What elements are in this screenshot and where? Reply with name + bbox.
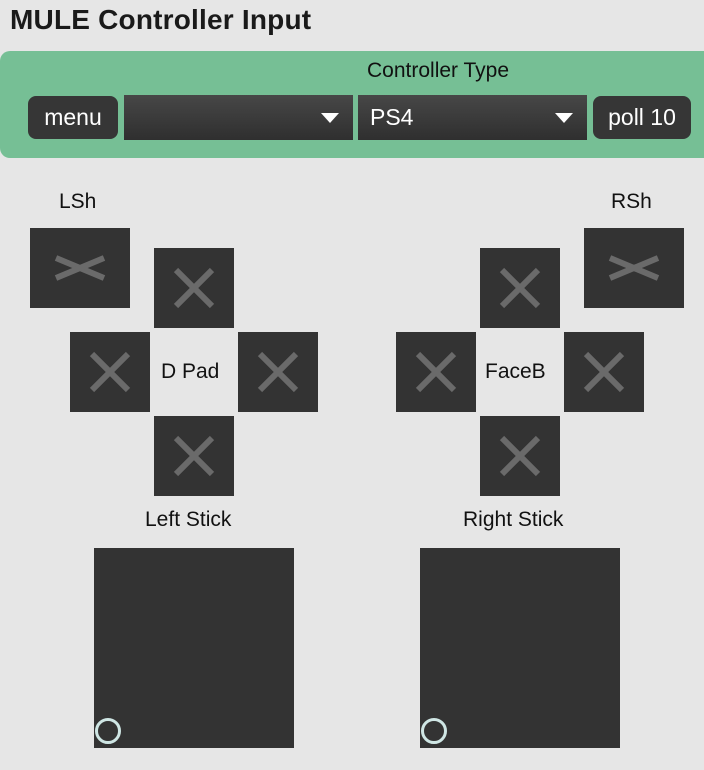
left-stick-knob[interactable]: [95, 718, 121, 744]
menu-button[interactable]: menu: [28, 96, 118, 139]
right-stick-pad[interactable]: [420, 548, 620, 748]
dpad-down-button[interactable]: [154, 416, 234, 496]
face-left-button[interactable]: [396, 332, 476, 412]
x-icon: [415, 351, 457, 393]
left-stick-pad[interactable]: [94, 548, 294, 748]
face-bottom-button[interactable]: [480, 416, 560, 496]
controller-type-dropdown[interactable]: PS4: [358, 95, 587, 140]
x-icon: [173, 267, 215, 309]
dpad-left-button[interactable]: [70, 332, 150, 412]
right-stick-label: Right Stick: [463, 508, 564, 531]
x-icon: [89, 351, 131, 393]
face-top-button[interactable]: [480, 248, 560, 328]
x-icon: [583, 351, 625, 393]
app-title: MULE Controller Input: [10, 4, 312, 35]
x-icon: [257, 351, 299, 393]
x-icon: [499, 267, 541, 309]
x-icon: [499, 435, 541, 477]
left-shoulder-button[interactable]: [30, 228, 130, 308]
face-buttons-label: FaceB: [485, 360, 546, 383]
device-dropdown[interactable]: [124, 95, 353, 140]
left-shoulder-label: LSh: [59, 190, 97, 213]
dpad-up-button[interactable]: [154, 248, 234, 328]
x-icon: [54, 255, 106, 281]
right-shoulder-label: RSh: [611, 190, 652, 213]
x-icon: [608, 255, 660, 281]
poll-button[interactable]: poll 10: [593, 96, 691, 139]
dpad-right-button[interactable]: [238, 332, 318, 412]
controller-type-label: Controller Type: [367, 59, 510, 82]
controller-type-value: PS4: [370, 104, 414, 130]
dpad-label: D Pad: [161, 360, 220, 383]
face-right-button[interactable]: [564, 332, 644, 412]
caret-down-icon: [321, 113, 339, 123]
right-shoulder-button[interactable]: [584, 228, 684, 308]
left-stick-label: Left Stick: [145, 508, 232, 531]
caret-down-icon: [555, 113, 573, 123]
right-stick-knob[interactable]: [421, 718, 447, 744]
x-icon: [173, 435, 215, 477]
